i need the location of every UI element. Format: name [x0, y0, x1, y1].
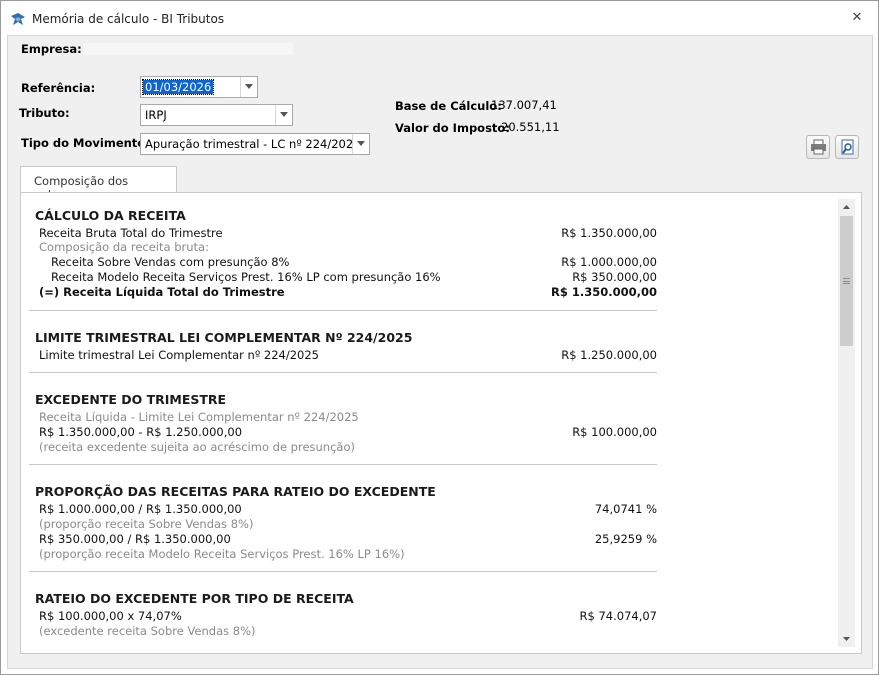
report-line: (=) Receita Líquida Total do Trimestre — [39, 285, 285, 299]
referencia-dropdown[interactable]: 01/03/2026 — [140, 76, 258, 98]
valor-imposto-label: Valor do Imposto: — [395, 121, 510, 135]
tributo-value: IRPJ — [145, 108, 167, 122]
chevron-down-icon[interactable] — [352, 134, 369, 154]
report-line: Limite trimestral Lei Complementar nº 22… — [39, 348, 320, 362]
app-logo-icon — [9, 11, 27, 27]
valor-imposto-value: 20.551,11 — [501, 120, 560, 134]
report-line: R$ 100.000,00 x 74,07% — [39, 609, 182, 623]
divider — [29, 310, 657, 311]
tab-composicao-valores[interactable]: Composição dos valores: — [20, 166, 177, 202]
report-amount: R$ 1.350.000,00 — [561, 226, 657, 240]
base-calculo-label: Base de Cálculo: — [395, 99, 502, 113]
divider — [29, 372, 657, 373]
report-line: (receita excedente sujeita ao acréscimo … — [39, 440, 355, 454]
report-amount: 25,9259 % — [594, 532, 657, 546]
divider — [29, 571, 657, 572]
report-line: R$ 1.350.000,00 - R$ 1.250.000,00 — [39, 425, 243, 439]
report-line: R$ 350.000,00 / R$ 1.350.000,00 — [39, 532, 231, 546]
tipo-movimento-label: Tipo do Movimento: — [21, 136, 150, 150]
section-title: EXCEDENTE DO TRIMESTRE — [35, 392, 227, 407]
print-button[interactable] — [806, 135, 830, 159]
divider — [29, 464, 657, 465]
printer-icon — [811, 139, 826, 155]
grip-icon — [843, 278, 850, 284]
title-bar: Memória de cálculo - BI Tributos ✕ — [1, 1, 878, 35]
report-line: Composição da receita bruta: — [39, 240, 209, 254]
section-title: LIMITE TRIMESTRAL LEI COMPLEMENTAR Nº 22… — [35, 330, 413, 345]
section-title: PROPORÇÃO DAS RECEITAS PARA RATEIO DO EX… — [35, 484, 436, 499]
print-preview-icon — [841, 139, 854, 155]
report-line: (excedente receita Sobre Vendas 8%) — [39, 624, 256, 638]
form-area: Empresa: Referência: 01/03/2026 Tributo:… — [7, 35, 873, 669]
report-amount: R$ 1.250.000,00 — [561, 348, 657, 362]
vertical-scrollbar[interactable] — [838, 199, 855, 647]
scroll-up-icon[interactable] — [838, 199, 855, 216]
tipo-movimento-value: Apuração trimestral - LC nº 224/2025 — [145, 137, 361, 151]
report-line: Receita Modelo Receita Serviços Prest. 1… — [51, 270, 441, 284]
tipo-movimento-dropdown[interactable]: Apuração trimestral - LC nº 224/2025 — [140, 133, 370, 155]
tributo-label: Tributo: — [19, 106, 70, 120]
tab-panel: CÁLCULO DA RECEITA Receita Bruta Total d… — [20, 192, 862, 654]
referencia-label: Referência: — [21, 81, 96, 95]
base-calculo-value: 137.007,41 — [491, 98, 557, 112]
report-amount: R$ 1.000.000,00 — [561, 255, 657, 269]
scroll-down-icon[interactable] — [838, 630, 855, 647]
report-amount: R$ 350.000,00 — [572, 270, 657, 284]
memoria-calculo-window: Memória de cálculo - BI Tributos ✕ Empre… — [0, 0, 879, 675]
scroll-thumb[interactable] — [840, 216, 853, 346]
report-amount: R$ 100.000,00 — [572, 425, 657, 439]
print-preview-button[interactable] — [835, 135, 859, 159]
section-title: RATEIO DO EXCEDENTE POR TIPO DE RECEITA — [35, 591, 354, 606]
report-line: (proporção receita Modelo Receita Serviç… — [39, 547, 405, 561]
tributo-dropdown[interactable]: IRPJ — [140, 104, 293, 126]
chevron-down-icon[interactable] — [240, 77, 257, 97]
empresa-value-redacted — [83, 43, 293, 55]
report-amount: R$ 1.350.000,00 — [551, 285, 657, 299]
window-title: Memória de cálculo - BI Tributos — [32, 12, 225, 26]
report-amount: 74,0741 % — [594, 502, 657, 516]
report-amount: R$ 74.074,07 — [579, 609, 658, 623]
report-line: R$ 1.000.000,00 / R$ 1.350.000,00 — [39, 502, 242, 516]
report-view: CÁLCULO DA RECEITA Receita Bruta Total d… — [27, 199, 839, 647]
report-line: Receita Líquida - Limite Lei Complementa… — [39, 410, 359, 424]
referencia-value: 01/03/2026 — [141, 79, 215, 95]
close-icon[interactable]: ✕ — [850, 11, 864, 25]
chevron-down-icon[interactable] — [275, 105, 292, 125]
empresa-label: Empresa: — [21, 42, 82, 56]
report-line: Receita Sobre Vendas com presunção 8% — [51, 255, 290, 269]
report-line: (proporção receita Sobre Vendas 8%) — [39, 517, 254, 531]
section-title: CÁLCULO DA RECEITA — [35, 208, 186, 223]
report-line: Receita Bruta Total do Trimestre — [39, 226, 223, 240]
